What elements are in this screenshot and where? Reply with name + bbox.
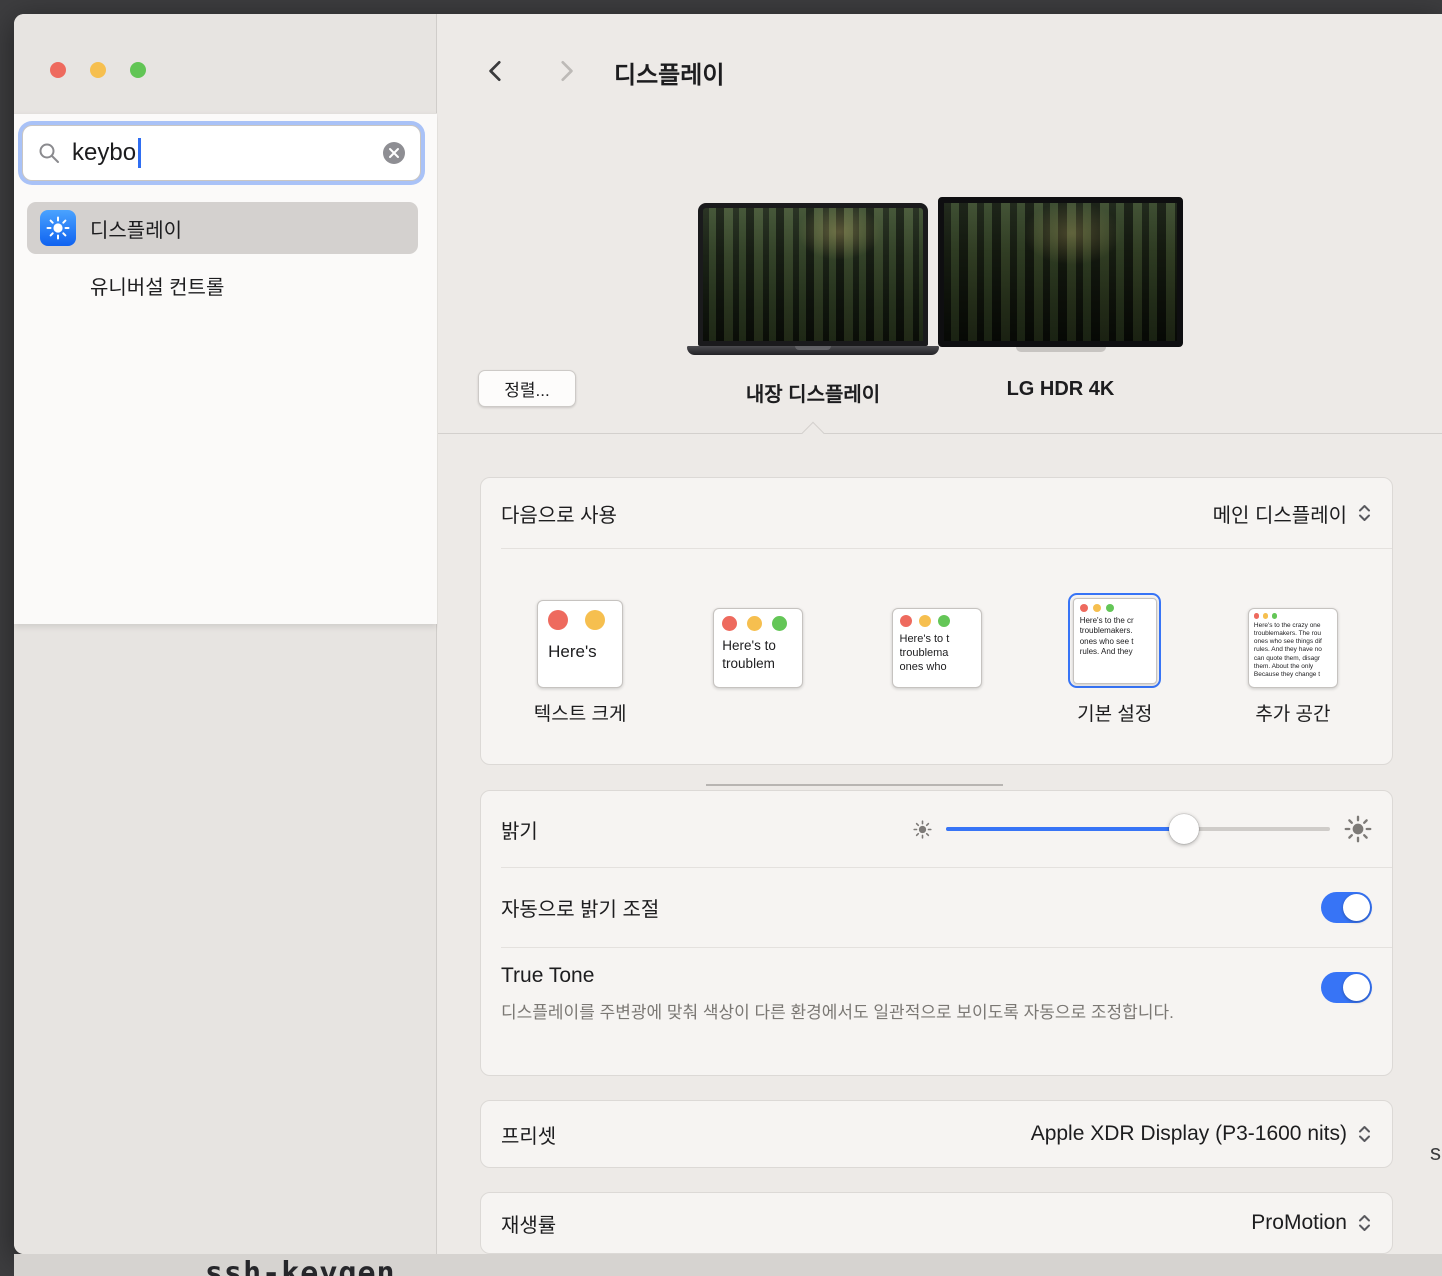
back-button[interactable] [481,56,511,86]
page-title: 디스플레이 [614,55,724,90]
true-tone-row: True Tone 디스플레이를 주변광에 맞춰 색상이 다른 환경에서도 일관… [481,948,1392,1046]
brightness-slider-fill [946,827,1184,831]
scaling-track-line [706,784,1003,786]
true-tone-description: 디스플레이를 주변광에 맞춰 색상이 다른 환경에서도 일관적으로 보이도록 자… [501,1000,1174,1026]
refresh-rate-row: 재생률 ProMotion [481,1193,1392,1253]
brightness-low-icon [913,820,932,839]
scaling-label-default: 기본 설정 [1026,699,1204,726]
search-results-panel: keybo 디스플레이 [14,113,437,624]
preset-row: 프리셋 Apple XDR Display (P3-1600 nits) [481,1101,1392,1167]
scaling-preview-text: Here's to the crazy onetroublemakers. Th… [1254,622,1337,680]
scaling-options: Here's Here's totroublem [481,549,1392,726]
scaling-option-2[interactable]: Here's totroublem [669,608,847,688]
refresh-rate-value: ProMotion [1251,1211,1347,1235]
built-in-display-preview [698,203,928,346]
scaling-preview-text: Here's to the crtroublemakers.ones who s… [1080,616,1156,658]
traffic-dots-icon [900,615,981,627]
scaling-option-default[interactable]: Here's to the crtroublemakers.ones who s… [1026,593,1204,688]
true-tone-toggle[interactable] [1321,972,1372,1003]
zoom-button[interactable] [130,62,146,78]
use-as-value: 메인 디스플레이 [1213,499,1347,528]
external-display-preview [938,197,1183,347]
scaling-option-more-space[interactable]: Here's to the crazy onetroublemakers. Th… [1204,608,1382,688]
settings-window: keybo 디스플레이 [14,14,1442,1254]
auto-brightness-toggle[interactable] [1321,892,1372,923]
scaling-option-3[interactable]: Here's to ttroublemaones who [847,608,1025,688]
search-input[interactable]: keybo [22,125,421,181]
external-display-name: LG HDR 4K [938,378,1183,401]
use-as-label: 다음으로 사용 [501,499,617,528]
search-result-universal-control[interactable]: 유니버설 컨트롤 [90,271,224,300]
stepper-icon [1357,501,1372,525]
refresh-rate-dropdown[interactable]: ProMotion [1251,1211,1372,1235]
display-thumbnail-built-in[interactable] [698,203,928,355]
scaling-label-larger-text: 텍스트 크게 [491,699,669,726]
background-terminal: ssh-keygen [14,1254,1442,1276]
chevron-right-icon [553,58,579,84]
traffic-dots-icon [1254,613,1337,619]
preset-label: 프리셋 [501,1120,556,1149]
search-input-value: keybo [72,139,136,167]
true-tone-label: True Tone [501,964,1174,988]
scaling-label-more-space: 추가 공간 [1204,699,1382,726]
stepper-icon [1357,1211,1372,1235]
selected-display-pointer [802,422,825,445]
stepper-icon [1357,1122,1372,1146]
sidebar: keybo 디스플레이 [14,14,437,1254]
auto-brightness-row: 자동으로 밝기 조절 [481,868,1392,947]
minimize-button[interactable] [90,62,106,78]
brightness-row: 밝기 [481,791,1392,867]
traffic-dots-icon [548,610,622,630]
brightness-high-icon [1344,815,1372,843]
chevron-left-icon [483,58,509,84]
use-as-dropdown[interactable]: 메인 디스플레이 [1213,499,1372,528]
scaling-option-larger-text[interactable]: Here's [491,600,669,688]
forward-button[interactable] [551,56,581,86]
display-thumbnail-external[interactable] [938,197,1183,352]
refresh-rate-panel: 재생률 ProMotion [480,1192,1393,1254]
traffic-dots-icon [1080,604,1156,612]
refresh-rate-label: 재생률 [501,1209,556,1238]
scaling-preview-text: Here's totroublem [722,637,802,672]
brightness-icon [40,210,76,246]
selected-option-frame: Here's to the crtroublemakers.ones who s… [1068,593,1161,688]
main-content: 디스플레이 내장 디스플레이 LG HDR 4K 정렬... 다음으로 사용 메… [438,14,1442,1254]
auto-brightness-label: 자동으로 밝기 조절 [501,893,659,922]
background-edge-text: s [1430,1140,1441,1166]
clear-search-icon[interactable] [382,141,406,165]
arrange-button[interactable]: 정렬... [478,370,576,407]
search-result-displays[interactable]: 디스플레이 [27,202,418,254]
brightness-panel: 밝기 [480,790,1393,1076]
monitor-stand [1016,347,1106,352]
preset-value: Apple XDR Display (P3-1600 nits) [1031,1122,1347,1146]
display-settings-panel: 다음으로 사용 메인 디스플레이 He [480,477,1393,765]
preset-dropdown[interactable]: Apple XDR Display (P3-1600 nits) [1031,1122,1372,1146]
background-terminal-text: ssh-keygen [205,1256,396,1276]
text-cursor [138,138,141,168]
use-as-row: 다음으로 사용 메인 디스플레이 [481,478,1392,548]
brightness-slider-knob[interactable] [1169,814,1199,844]
brightness-slider[interactable] [946,814,1330,844]
brightness-label: 밝기 [501,815,538,844]
built-in-display-name: 내장 디스플레이 [698,378,928,407]
scaling-preview-text: Here's to ttroublemaones who [900,632,981,674]
close-button[interactable] [50,62,66,78]
scaling-preview-text: Here's [548,642,622,662]
preset-panel: 프리셋 Apple XDR Display (P3-1600 nits) [480,1100,1393,1168]
traffic-dots-icon [722,616,802,631]
window-controls [50,62,146,78]
macbook-base [687,346,939,355]
search-icon [37,141,61,165]
section-divider [438,433,1442,434]
search-result-label: 디스플레이 [90,214,182,243]
